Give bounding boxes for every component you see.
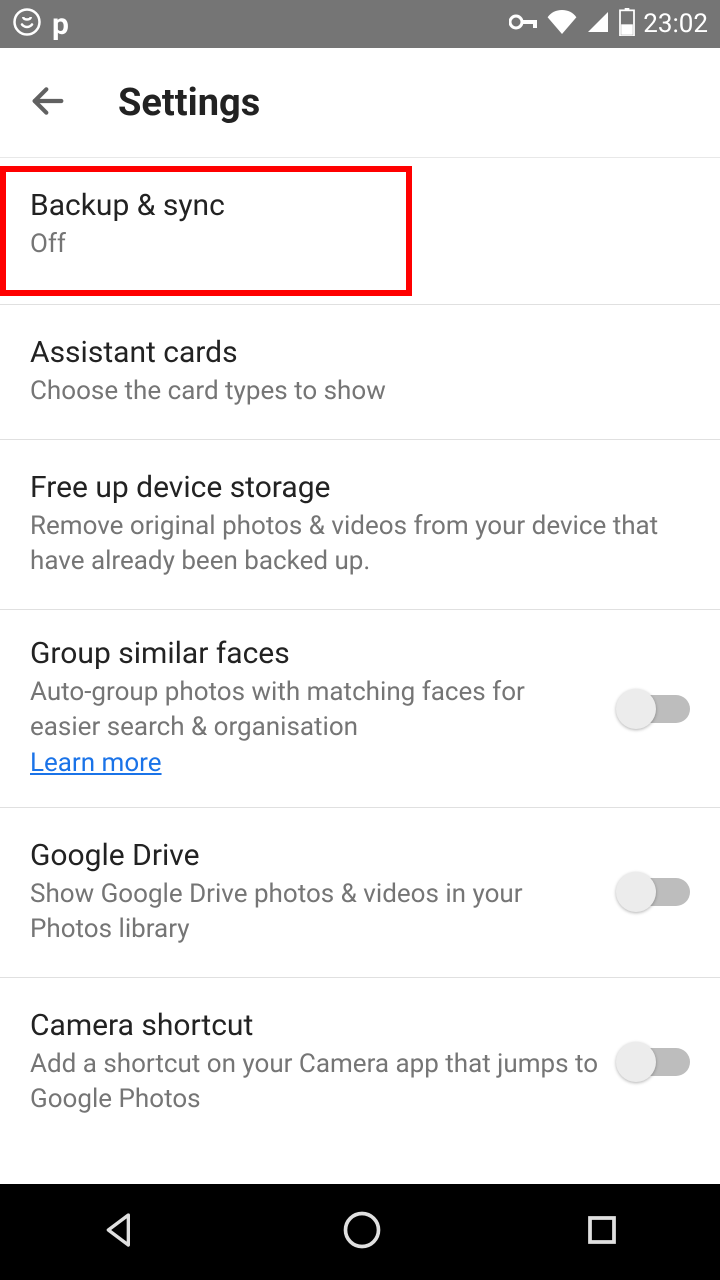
setting-backup-sync[interactable]: Backup & sync Off — [0, 158, 720, 305]
setting-assistant-cards[interactable]: Assistant cards Choose the card types to… — [0, 305, 720, 440]
toggle-camera-shortcut[interactable] — [620, 1048, 690, 1076]
setting-subtitle: Choose the card types to show — [30, 374, 690, 409]
whatsapp-icon — [12, 7, 42, 41]
nav-back-icon[interactable] — [100, 1210, 140, 1254]
setting-text: Assistant cards Choose the card types to… — [30, 335, 690, 409]
setting-subtitle: Auto-group photos with matching faces fo… — [30, 675, 600, 780]
setting-text: Google Drive Show Google Drive photos & … — [30, 838, 600, 947]
setting-title: Camera shortcut — [30, 1008, 600, 1043]
setting-subtitle: Show Google Drive photos & videos in you… — [30, 877, 600, 947]
wifi-icon — [547, 10, 577, 38]
status-bar: p 23:02 — [0, 0, 720, 48]
setting-text: Backup & sync Off — [30, 188, 690, 262]
back-arrow-icon[interactable] — [28, 81, 68, 125]
p-icon: p — [52, 7, 69, 42]
setting-title: Google Drive — [30, 838, 600, 873]
setting-group-faces[interactable]: Group similar faces Auto-group photos wi… — [0, 610, 720, 807]
vpn-key-icon — [509, 13, 539, 35]
setting-text: Camera shortcut Add a shortcut on your C… — [30, 1008, 600, 1117]
setting-title: Assistant cards — [30, 335, 690, 370]
status-left: p — [12, 7, 69, 42]
setting-free-up-storage[interactable]: Free up device storage Remove original p… — [0, 440, 720, 610]
battery-icon — [619, 8, 635, 40]
setting-text: Free up device storage Remove original p… — [30, 470, 690, 579]
setting-title: Backup & sync — [30, 188, 690, 223]
status-right: 23:02 — [509, 8, 708, 40]
setting-text: Group similar faces Auto-group photos wi… — [30, 636, 600, 780]
nav-home-icon[interactable] — [340, 1208, 384, 1256]
setting-title: Free up device storage — [30, 470, 690, 505]
nav-recent-icon[interactable] — [584, 1212, 620, 1252]
cellular-icon — [585, 10, 611, 38]
settings-list: Backup & sync Off Assistant cards Choose… — [0, 158, 720, 1147]
android-nav-bar — [0, 1184, 720, 1280]
status-time: 23:02 — [643, 9, 708, 39]
app-bar: Settings — [0, 48, 720, 158]
toggle-group-faces[interactable] — [620, 695, 690, 723]
setting-google-drive[interactable]: Google Drive Show Google Drive photos & … — [0, 808, 720, 978]
setting-subtitle: Remove original photos & videos from you… — [30, 509, 690, 579]
page-title: Settings — [118, 81, 260, 125]
toggle-google-drive[interactable] — [620, 878, 690, 906]
setting-title: Group similar faces — [30, 636, 600, 671]
learn-more-link[interactable]: Learn more — [30, 748, 162, 778]
setting-camera-shortcut[interactable]: Camera shortcut Add a shortcut on your C… — [0, 978, 720, 1147]
setting-subtitle-text: Auto-group photos with matching faces fo… — [30, 677, 525, 742]
setting-subtitle: Off — [30, 227, 690, 262]
setting-subtitle: Add a shortcut on your Camera app that j… — [30, 1047, 600, 1117]
